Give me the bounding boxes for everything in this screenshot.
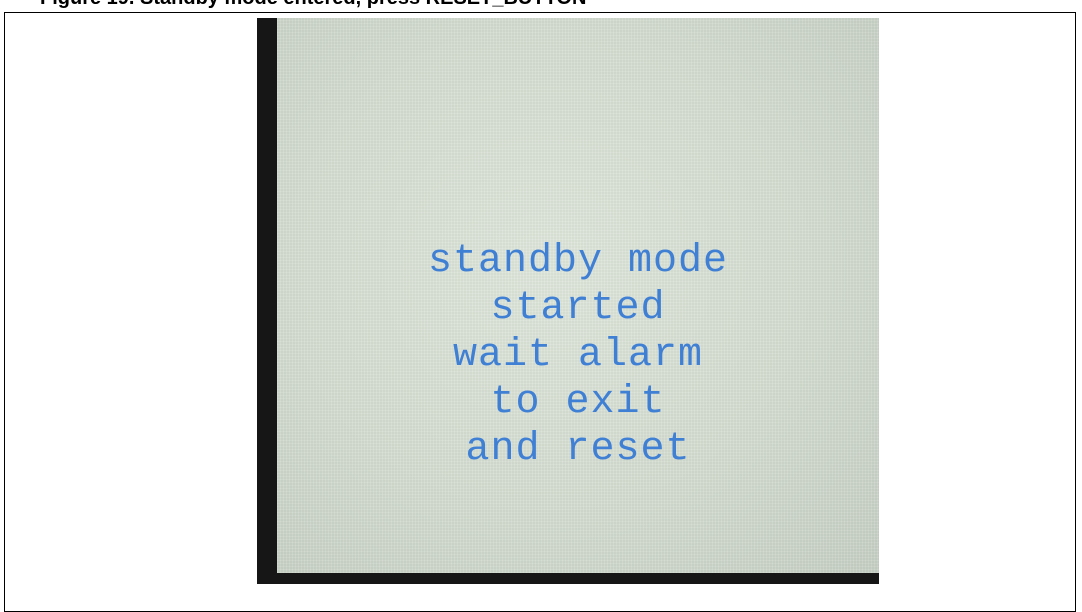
figure-caption-text: Figure 19. Standby mode entered, press R… xyxy=(40,0,586,9)
lcd-line-3: wait alarm xyxy=(452,333,704,378)
lcd-photo: standby mode started wait alarm to exit … xyxy=(257,18,879,584)
lcd-line-2: started xyxy=(490,286,666,331)
lcd-line-5: and reset xyxy=(465,427,691,472)
lcd-line-4: to exit xyxy=(490,380,666,425)
lcd-screen: standby mode started wait alarm to exit … xyxy=(277,18,879,573)
lcd-line-1: standby mode xyxy=(427,239,729,284)
lcd-message: standby mode started wait alarm to exit … xyxy=(277,238,879,473)
